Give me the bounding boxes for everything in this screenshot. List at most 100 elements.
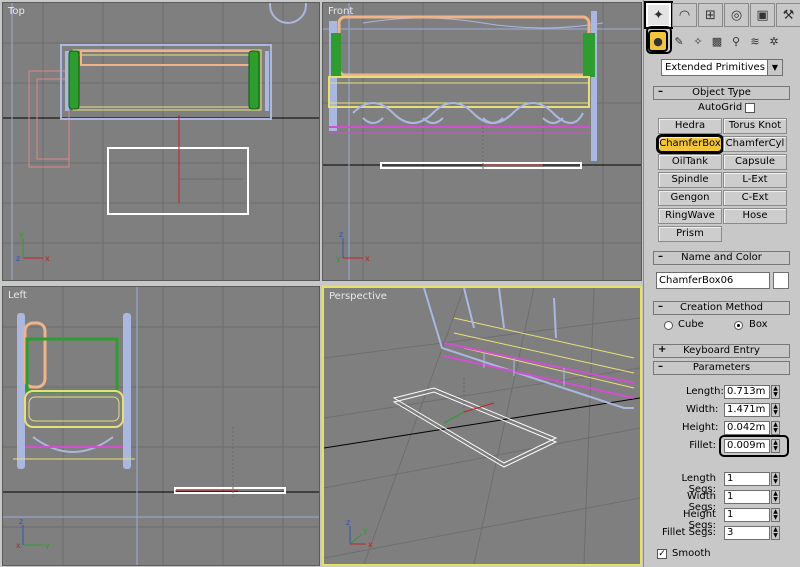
chamferbox-button[interactable]: ChamferBox: [656, 134, 724, 154]
length-spinner[interactable]: ▲ ▼: [771, 385, 780, 399]
viewport-perspective-scene: x z y: [324, 288, 640, 564]
width-label: Width:: [686, 404, 719, 415]
height-segs-spinner[interactable]: ▲ ▼: [771, 508, 780, 522]
display-tab-icon[interactable]: ▣: [750, 3, 775, 27]
viewport-label-top[interactable]: Top: [8, 6, 25, 17]
viewport-perspective[interactable]: Perspective x z y: [322, 286, 642, 566]
viewport-top-scene: x y z: [3, 3, 319, 280]
collapse-icon: –: [658, 86, 663, 97]
height-field[interactable]: 0.042m: [724, 421, 770, 435]
box-radio[interactable]: [734, 321, 743, 330]
width-segs-field[interactable]: 1: [724, 490, 770, 504]
rollout-object-type-title: Object Type: [692, 87, 751, 98]
spindle-button[interactable]: Spindle: [658, 172, 722, 188]
cube-label: Cube: [678, 319, 704, 330]
expand-icon: +: [658, 344, 667, 355]
left-axis-x: x: [16, 541, 21, 550]
front-axis-x: x: [365, 254, 370, 263]
left-axis-y: y: [45, 541, 50, 550]
fillet-segs-field[interactable]: 3: [724, 526, 770, 540]
box-label: Box: [749, 319, 768, 330]
ringwave-button[interactable]: RingWave: [658, 208, 722, 224]
width-spinner[interactable]: ▲ ▼: [771, 403, 780, 417]
category-dropdown[interactable]: Extended Primitives ▼: [661, 59, 783, 76]
viewport-front[interactable]: Front x z y: [322, 2, 642, 281]
oiltank-button[interactable]: OilTank: [658, 154, 722, 170]
smooth-checkbox[interactable]: ✓: [657, 549, 667, 559]
chevron-down-icon[interactable]: ▼: [767, 60, 782, 75]
width-field[interactable]: 1.471m: [724, 403, 770, 417]
l-ext-button[interactable]: L-Ext: [723, 172, 787, 188]
torus-knot-button[interactable]: Torus Knot: [723, 118, 787, 134]
command-panel: ✦ ◠ ⊞ ◎ ▣ ⚒ ● ✎ ✧ ▩ ⚲ ≋ ✲ Extended Primi…: [643, 0, 800, 567]
helpers-icon[interactable]: ⚲: [728, 32, 744, 50]
rollout-parameters[interactable]: – Parameters: [653, 361, 790, 375]
autogrid-label: AutoGrid: [698, 102, 743, 113]
rollout-parameters-title: Parameters: [692, 362, 751, 373]
rollout-creation-method[interactable]: – Creation Method: [653, 301, 790, 315]
persp-axis-x: x: [368, 540, 373, 549]
length-segs-field[interactable]: 1: [724, 472, 770, 486]
left-axis-z: z: [19, 517, 23, 526]
collapse-icon: –: [658, 251, 663, 262]
cameras-icon[interactable]: ▩: [709, 32, 725, 50]
utilities-tab-icon[interactable]: ⚒: [776, 3, 800, 27]
height-spinner[interactable]: ▲ ▼: [771, 421, 780, 435]
top-axis-z: z: [16, 254, 20, 263]
object-name-field[interactable]: ChamferBox06: [656, 272, 770, 289]
panel-tabs: ✦ ◠ ⊞ ◎ ▣ ⚒: [644, 1, 800, 29]
height-segs-field[interactable]: 1: [724, 508, 770, 522]
autogrid-checkbox[interactable]: [745, 103, 755, 113]
gengon-button[interactable]: Gengon: [658, 190, 722, 206]
rollout-creation-method-title: Creation Method: [680, 302, 763, 313]
viewport-front-scene: x z y: [323, 3, 641, 280]
fillet-highlight: [719, 435, 789, 457]
width-segs-spinner[interactable]: ▲ ▼: [771, 490, 780, 504]
cube-radio[interactable]: [664, 321, 673, 330]
persp-axis-z: z: [346, 518, 350, 527]
geometry-highlight: [646, 26, 672, 54]
systems-icon[interactable]: ✲: [766, 32, 782, 50]
length-field[interactable]: 0.713m: [724, 385, 770, 399]
viewport-left-scene: y z x: [3, 287, 319, 565]
fillet-segs-spinner[interactable]: ▲ ▼: [771, 526, 780, 540]
front-axis-y: y: [336, 254, 341, 263]
collapse-icon: –: [658, 301, 663, 312]
lights-icon[interactable]: ✧: [690, 32, 706, 50]
fillet-segs-label: Fillet Segs:: [661, 527, 716, 538]
persp-axis-y: y: [363, 526, 368, 535]
chamfercyl-button[interactable]: ChamferCyl: [723, 136, 787, 152]
front-axis-z: z: [339, 230, 343, 239]
motion-tab-icon[interactable]: ◎: [724, 3, 749, 27]
spacewarps-icon[interactable]: ≋: [747, 32, 763, 50]
fillet-label: Fillet:: [689, 440, 716, 451]
smooth-label: Smooth: [672, 548, 711, 559]
object-color-swatch[interactable]: [773, 272, 789, 289]
hedra-button[interactable]: Hedra: [658, 118, 722, 134]
viewport-top[interactable]: Top x y z: [2, 2, 320, 281]
viewport-label-left[interactable]: Left: [8, 290, 27, 301]
viewport-left[interactable]: Left y z x: [2, 286, 320, 566]
c-ext-button[interactable]: C-Ext: [723, 190, 787, 206]
collapse-icon: –: [658, 361, 663, 372]
viewport-label-perspective[interactable]: Perspective: [329, 291, 387, 302]
rollout-name-color[interactable]: – Name and Color: [653, 251, 790, 265]
hierarchy-tab-icon[interactable]: ⊞: [698, 3, 723, 27]
viewport-label-front[interactable]: Front: [328, 6, 353, 17]
length-segs-spinner[interactable]: ▲ ▼: [771, 472, 780, 486]
capsule-button[interactable]: Capsule: [723, 154, 787, 170]
hose-button[interactable]: Hose: [723, 208, 787, 224]
create-tab-icon[interactable]: ✦: [644, 1, 673, 29]
rollout-keyboard-entry[interactable]: + Keyboard Entry: [653, 344, 790, 358]
modify-tab-icon[interactable]: ◠: [672, 3, 697, 27]
shapes-icon[interactable]: ✎: [671, 32, 687, 50]
rollout-keyboard-entry-title: Keyboard Entry: [683, 345, 760, 356]
top-axis-x: x: [45, 254, 50, 263]
category-value: Extended Primitives: [665, 62, 765, 73]
height-label: Height:: [682, 422, 719, 433]
top-axis-y: y: [19, 230, 24, 239]
prism-button[interactable]: Prism: [658, 226, 722, 242]
length-label: Length:: [686, 386, 724, 397]
rollout-name-color-title: Name and Color: [681, 252, 762, 263]
rollout-object-type[interactable]: – Object Type: [653, 86, 790, 100]
